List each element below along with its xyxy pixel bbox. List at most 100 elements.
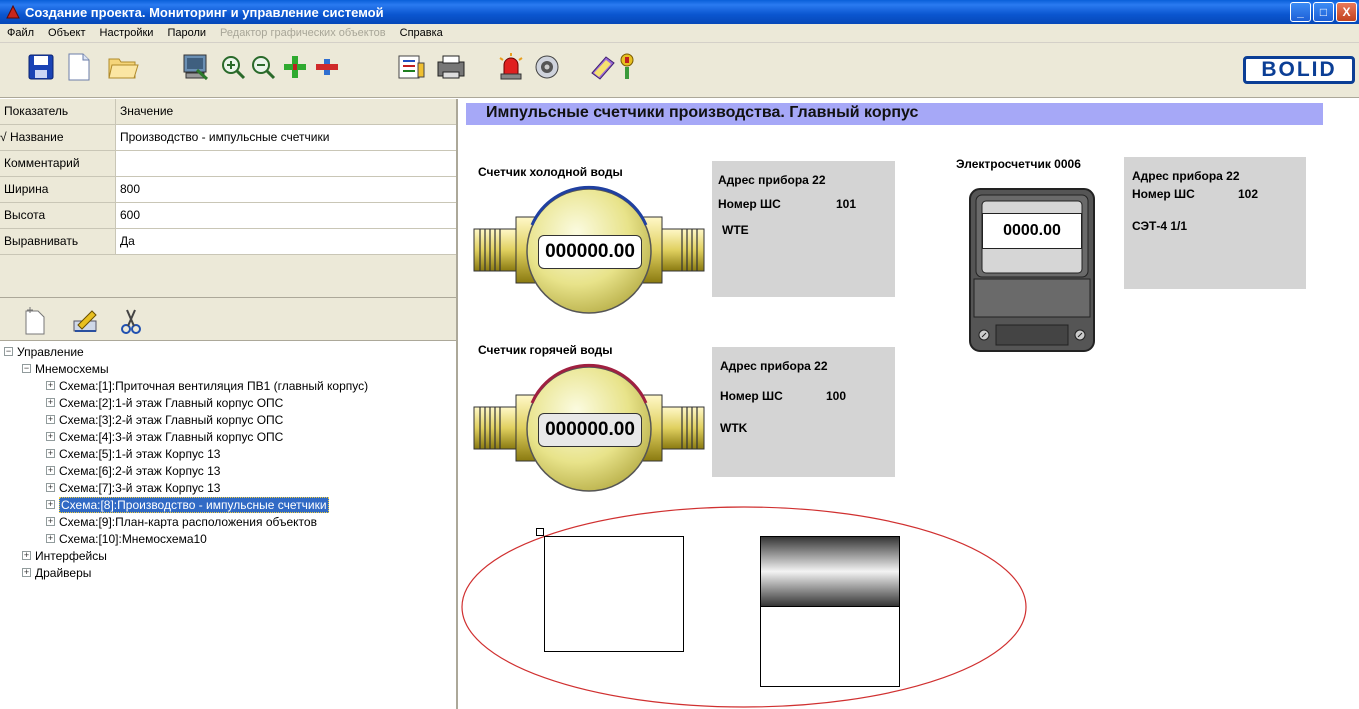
property-value[interactable]: 600 xyxy=(116,203,456,229)
export-button[interactable] xyxy=(176,49,214,85)
property-row[interactable]: Ширина 800 xyxy=(0,177,456,203)
tree-toolbar xyxy=(0,299,456,341)
hot-meter-reading: 000000.00 xyxy=(538,413,642,447)
loop-number-value: 101 xyxy=(836,197,857,211)
expand-icon[interactable]: + xyxy=(46,415,55,424)
tree-item[interactable]: + Схема:[10]:Мнемосхема10 xyxy=(46,530,207,547)
tree-item[interactable]: + Схема:[5]:1-й этаж Корпус 13 xyxy=(46,445,220,462)
maximize-button[interactable]: □ xyxy=(1313,2,1334,22)
expand-icon[interactable]: + xyxy=(46,517,55,526)
menu-file[interactable]: Файл xyxy=(0,27,41,39)
tree-item[interactable]: + Схема:[3]:2-й этаж Главный корпус ОПС xyxy=(46,411,283,428)
tree-node-drivers[interactable]: + Драйверы xyxy=(22,564,91,581)
tree-item[interactable]: + Схема:[1]:Приточная вентиляция ПВ1 (гла… xyxy=(46,377,368,394)
loop-number-label: Номер ШС xyxy=(720,389,783,403)
cold-meter-label[interactable]: Счетчик холодной воды xyxy=(478,165,623,179)
close-button[interactable]: X xyxy=(1336,2,1357,22)
expand-icon[interactable]: + xyxy=(46,381,55,390)
save-button[interactable] xyxy=(22,49,60,85)
tree-item[interactable]: + Схема:[2]:1-й этаж Главный корпус ОПС xyxy=(46,394,283,411)
tree-item[interactable]: + Схема:[9]:План-карта расположения объек… xyxy=(46,513,317,530)
device-address: Адрес прибора 22 xyxy=(718,173,826,187)
left-panel: Показатель Значение √ Название Производс… xyxy=(0,99,458,709)
tree-item[interactable]: + Схема:[4]:3-й этаж Главный корпус ОПС xyxy=(46,428,283,445)
info-icon xyxy=(620,53,634,79)
elec-meter-reading: 0000.00 xyxy=(982,213,1082,249)
property-row[interactable]: √ Название Производство - импульсные сче… xyxy=(0,125,456,151)
collapse-icon[interactable]: − xyxy=(22,364,31,373)
meter-code: WTE xyxy=(722,223,749,237)
property-key: Ширина xyxy=(0,177,116,203)
alarm-button[interactable] xyxy=(492,49,530,85)
save-icon xyxy=(28,54,54,80)
expand-icon[interactable]: + xyxy=(46,500,55,509)
property-value[interactable]: 800 xyxy=(116,177,456,203)
new-button[interactable] xyxy=(60,49,98,85)
project-tree: − Управление − Мнемосхемы + Схема:[1]:Прито… xyxy=(0,341,456,709)
window-title: Создание проекта. Мониторинг и управлени… xyxy=(25,4,384,20)
tree-item[interactable]: + Схема:[7]:3-й этаж Корпус 13 xyxy=(46,479,220,496)
check-mark: √ xyxy=(0,130,7,144)
selection-handle[interactable] xyxy=(536,528,544,536)
expand-icon[interactable]: + xyxy=(46,534,55,543)
green-plus-icon xyxy=(284,56,306,78)
sound-button[interactable] xyxy=(528,49,566,85)
remove-button[interactable] xyxy=(308,49,346,85)
menu-settings[interactable]: Настройки xyxy=(93,27,161,39)
property-key: Высота xyxy=(0,203,116,229)
property-key: Комментарий xyxy=(0,151,116,177)
open-button[interactable] xyxy=(104,49,142,85)
property-value[interactable]: Да xyxy=(116,229,456,255)
expand-icon[interactable]: + xyxy=(22,568,31,577)
tree-node-mnemo[interactable]: − Мнемосхемы xyxy=(22,360,109,377)
tree-node-interfaces[interactable]: + Интерфейсы xyxy=(22,547,107,564)
tree-node-root[interactable]: − Управление xyxy=(4,343,84,360)
elec-meter-info[interactable]: Адрес прибора 22 Номер ШС 102 СЭТ-4 1/1 xyxy=(1124,157,1306,289)
app-icon xyxy=(6,5,20,19)
properties-empty-area xyxy=(0,256,456,298)
minimize-button[interactable]: _ xyxy=(1290,2,1311,22)
expand-icon[interactable]: + xyxy=(46,466,55,475)
zoom-out-icon xyxy=(252,56,276,80)
hot-meter-label[interactable]: Счетчик горячей воды xyxy=(478,343,613,357)
menu-bar: Файл Объект Настройки Пароли Редактор гр… xyxy=(0,24,1359,43)
menu-graphics-editor: Редактор графических объектов xyxy=(220,27,386,39)
bolid-logo: BOLID xyxy=(1243,56,1355,84)
property-value[interactable]: Производство - импульсные счетчики xyxy=(116,125,456,151)
collapse-icon[interactable]: − xyxy=(4,347,13,356)
cylinder-shape[interactable] xyxy=(760,536,900,688)
elec-meter-label[interactable]: Электросчетчик 0006 xyxy=(956,157,1081,171)
menu-passwords[interactable]: Пароли xyxy=(160,27,213,39)
expand-icon[interactable]: + xyxy=(46,483,55,492)
property-value[interactable] xyxy=(116,151,456,177)
info-button[interactable] xyxy=(608,49,646,85)
property-row[interactable]: Комментарий xyxy=(0,151,456,177)
menu-help[interactable]: Справка xyxy=(393,27,450,39)
list-button[interactable] xyxy=(392,49,430,85)
expand-icon[interactable]: + xyxy=(46,398,55,407)
menu-object[interactable]: Объект xyxy=(41,27,92,39)
print-button[interactable] xyxy=(432,49,470,85)
rectangle-shape[interactable] xyxy=(544,536,684,652)
hot-meter-info[interactable]: Адрес прибора 22 Номер ШС 100 WTK xyxy=(712,347,895,477)
expand-icon[interactable]: + xyxy=(46,449,55,458)
tree-item-selected[interactable]: + Схема:[8]:Производство - импульсные сче… xyxy=(46,496,329,513)
new-item-icon[interactable] xyxy=(24,307,46,335)
property-key: √ Название xyxy=(0,125,116,151)
edit-item-icon[interactable] xyxy=(72,307,100,335)
cold-meter-info[interactable]: Адрес прибора 22 Номер ШС 101 WTE xyxy=(712,161,895,297)
schema-header[interactable]: Импульсные счетчики производства. Главны… xyxy=(466,103,1323,125)
loop-number-value: 102 xyxy=(1238,187,1259,201)
loop-number-value: 100 xyxy=(826,389,847,403)
scissors-icon[interactable] xyxy=(120,307,142,335)
property-row[interactable]: Высота 600 xyxy=(0,203,456,229)
expand-icon[interactable]: + xyxy=(22,551,31,560)
loop-number-label: Номер ШС xyxy=(718,197,781,211)
meter-code: СЭТ-4 1/1 xyxy=(1132,219,1188,233)
tree-item[interactable]: + Схема:[6]:2-й этаж Корпус 13 xyxy=(46,462,220,479)
properties-header: Показатель Значение xyxy=(0,99,456,125)
schema-canvas[interactable]: Импульсные счетчики производства. Главны… xyxy=(460,99,1359,709)
expand-icon[interactable]: + xyxy=(46,432,55,441)
property-key: Выравнивать xyxy=(0,229,116,255)
property-row[interactable]: Выравнивать Да xyxy=(0,229,456,255)
